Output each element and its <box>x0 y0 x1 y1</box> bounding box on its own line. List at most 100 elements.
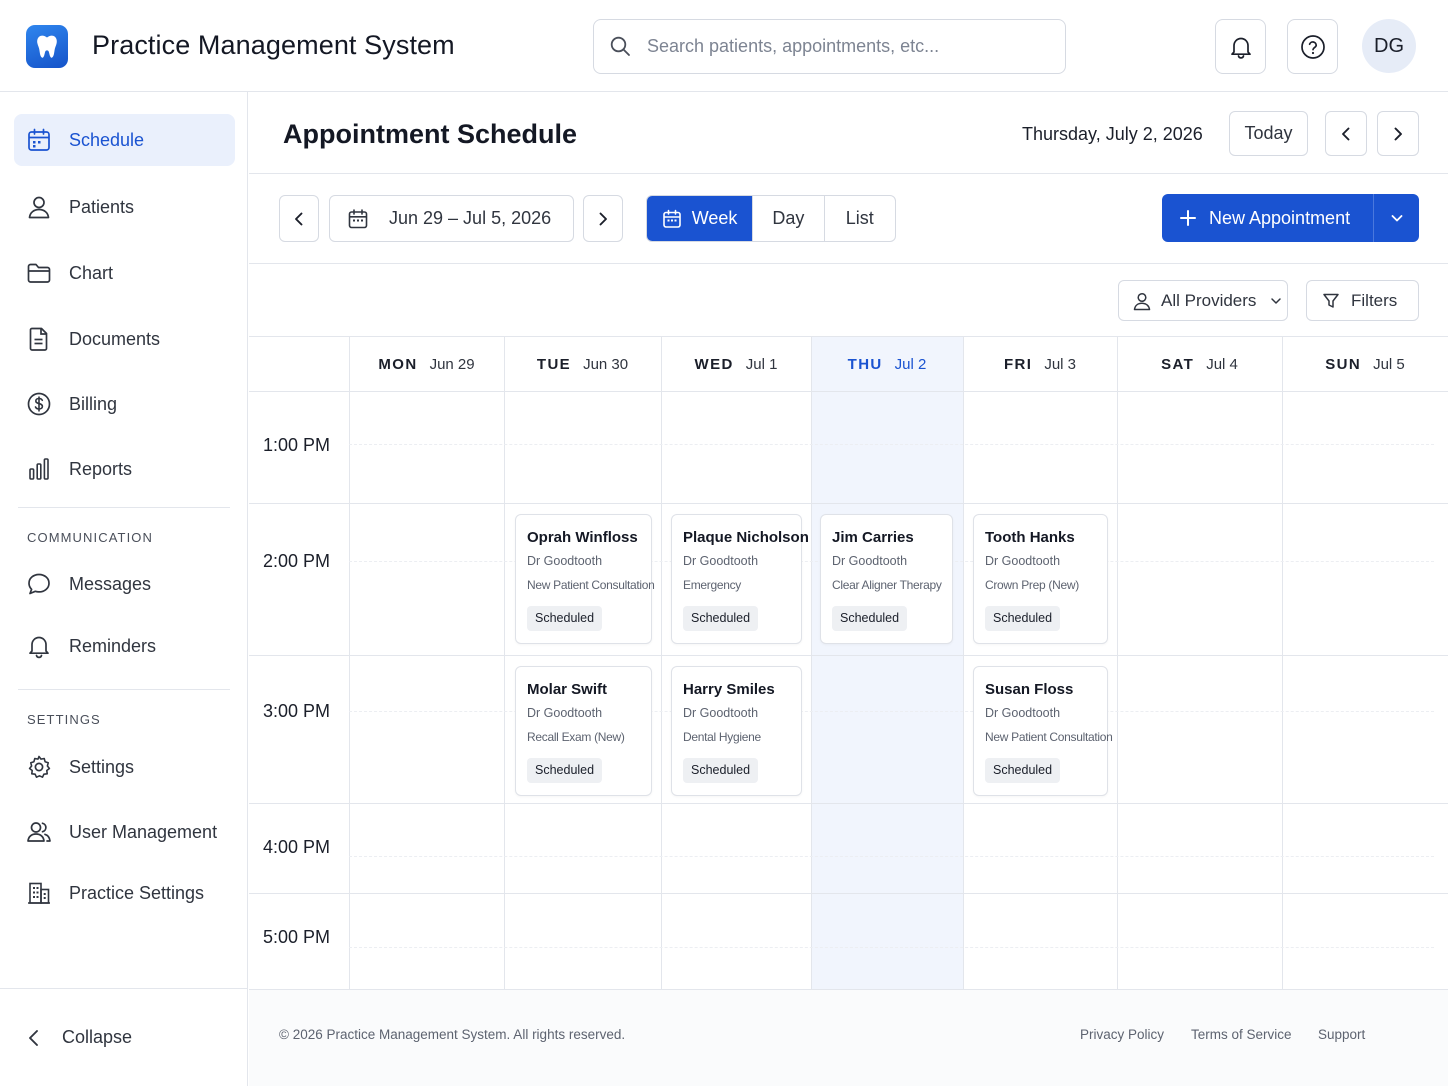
search-icon <box>610 36 631 57</box>
time-label: 4:00 PM <box>263 837 331 857</box>
help-button[interactable] <box>1287 19 1338 74</box>
appointment-procedure: New Patient Consultation <box>527 578 655 592</box>
row-divider <box>249 893 1448 894</box>
dollar-icon <box>26 391 52 417</box>
appointment-procedure: New Patient Consultation <box>985 730 1113 744</box>
providers-select[interactable]: All Providers <box>1118 280 1288 321</box>
status-badge: Scheduled <box>832 606 908 631</box>
appointment-card[interactable]: Oprah Winfloss Dr Goodtooth New Patient … <box>515 514 655 644</box>
sidebar-item-reports[interactable]: Reports <box>14 443 235 495</box>
day-of-week: WED <box>694 355 734 373</box>
tab-week[interactable]: Week <box>647 196 754 241</box>
copyright-text: © 2026 Practice Management System. All r… <box>279 1027 626 1042</box>
date-range-picker[interactable]: Jun 29 – Jul 5, 2026 <box>329 195 574 242</box>
previous-day-button[interactable] <box>1325 111 1367 156</box>
global-search[interactable] <box>593 19 1066 74</box>
row-divider <box>249 655 1448 656</box>
sidebar-item-label: Messages <box>69 573 152 594</box>
row-divider <box>249 803 1448 804</box>
appointment-provider: Dr Goodtooth <box>683 706 759 720</box>
day-date: Jul 2 <box>894 355 927 373</box>
appointment-card[interactable]: Jim Carries Dr Goodtooth Clear Aligner T… <box>820 514 953 644</box>
terms-of-service-link[interactable]: Terms of Service <box>1191 1027 1292 1042</box>
sidebar: Schedule Patients Chart Documents Billin… <box>0 92 248 1086</box>
calendar-icon <box>26 127 52 153</box>
schedule-toolbar: Jun 29 – Jul 5, 2026 Week Day List New A… <box>249 174 1448 264</box>
appointment-card[interactable]: Susan Floss Dr Goodtooth New Patient Con… <box>973 666 1113 796</box>
user-avatar[interactable]: DG <box>1362 19 1416 73</box>
notifications-button[interactable] <box>1215 19 1266 74</box>
user-icon <box>26 194 52 220</box>
day-of-week: TUE <box>536 355 572 373</box>
time-label: 1:00 PM <box>263 435 331 455</box>
chevron-down-icon <box>1270 297 1282 305</box>
sidebar-item-label: Reports <box>69 458 133 479</box>
half-hour-guide <box>349 711 1434 712</box>
today-button[interactable]: Today <box>1229 111 1308 156</box>
appointment-provider: Dr Goodtooth <box>527 554 603 568</box>
day-header-sat: SAT Jul 4 <box>1117 337 1282 391</box>
day-header-mon: MON Jun 29 <box>349 337 504 391</box>
privacy-policy-link[interactable]: Privacy Policy <box>1080 1027 1164 1042</box>
tooth-logo-icon <box>26 25 68 68</box>
footer: © 2026 Practice Management System. All r… <box>249 989 1448 1086</box>
document-icon <box>26 326 52 352</box>
day-header-tue: TUE Jun 30 <box>504 337 661 391</box>
new-appointment-button[interactable]: New Appointment <box>1162 194 1373 242</box>
header-divider <box>249 391 1448 392</box>
sidebar-item-billing[interactable]: Billing <box>14 378 235 430</box>
sidebar-item-patients[interactable]: Patients <box>14 181 235 233</box>
sidebar-item-messages[interactable]: Messages <box>14 558 235 610</box>
sidebar-item-documents[interactable]: Documents <box>14 313 235 365</box>
appointment-card[interactable]: Tooth Hanks Dr Goodtooth Crown Prep (New… <box>973 514 1108 644</box>
tab-label: Week <box>691 208 738 228</box>
sidebar-item-practice-settings[interactable]: Practice Settings <box>14 867 235 919</box>
next-day-button[interactable] <box>1377 111 1419 156</box>
sidebar-item-label: Reminders <box>69 635 157 656</box>
chevron-down-icon <box>1390 213 1404 223</box>
previous-week-button[interactable] <box>279 195 319 242</box>
collapse-sidebar-button[interactable]: Collapse <box>0 988 247 1086</box>
new-appointment-dropdown-button[interactable] <box>1373 194 1419 242</box>
support-link[interactable]: Support <box>1318 1027 1365 1042</box>
sidebar-item-user-management[interactable]: User Management <box>14 806 235 858</box>
message-icon <box>26 571 52 597</box>
appointment-patient: Molar Swift <box>527 681 608 698</box>
sidebar-item-label: Schedule <box>69 129 145 150</box>
next-week-button[interactable] <box>583 195 623 242</box>
status-badge: Scheduled <box>683 606 759 631</box>
status-badge: Scheduled <box>683 758 759 783</box>
section-label-settings: SETTINGS <box>27 712 101 727</box>
tab-day[interactable]: Day <box>753 196 825 241</box>
user-icon <box>1132 291 1152 311</box>
day-of-week: SAT <box>1161 355 1195 373</box>
sidebar-item-label: Billing <box>69 393 118 414</box>
day-of-week: SUN <box>1325 355 1362 373</box>
providers-label: All Providers <box>1161 290 1257 310</box>
appointment-card[interactable]: Plaque Nicholson Dr Goodtooth Emergency … <box>671 514 809 644</box>
sidebar-item-settings[interactable]: Settings <box>14 741 235 793</box>
appointment-card[interactable]: Harry Smiles Dr Goodtooth Dental Hygiene… <box>671 666 802 796</box>
sidebar-divider <box>18 507 230 508</box>
sidebar-item-reminders[interactable]: Reminders <box>14 620 235 672</box>
top-bar: Practice Management System DG <box>0 0 1448 92</box>
sidebar-item-schedule[interactable]: Schedule <box>14 114 235 166</box>
status-badge: Scheduled <box>985 758 1061 783</box>
row-divider <box>249 503 1448 504</box>
calendar-icon <box>347 208 369 230</box>
chevron-left-icon <box>26 1028 42 1048</box>
sidebar-item-chart[interactable]: Chart <box>14 247 235 299</box>
tab-list[interactable]: List <box>825 196 895 241</box>
building-icon <box>26 880 52 906</box>
chevron-left-icon <box>1339 126 1353 142</box>
sidebar-item-label: Practice Settings <box>69 882 205 903</box>
time-label: 3:00 PM <box>263 701 331 721</box>
new-appointment-label: New Appointment <box>1209 207 1351 228</box>
appointment-card[interactable]: Molar Swift Dr Goodtooth Recall Exam (Ne… <box>515 666 652 796</box>
app-title: Practice Management System <box>92 30 455 60</box>
new-appointment-button-group: New Appointment <box>1162 194 1419 242</box>
appointment-patient: Tooth Hanks <box>985 529 1075 546</box>
filters-button[interactable]: Filters <box>1306 280 1419 321</box>
bell-icon <box>26 633 52 659</box>
search-input[interactable] <box>647 36 1037 57</box>
